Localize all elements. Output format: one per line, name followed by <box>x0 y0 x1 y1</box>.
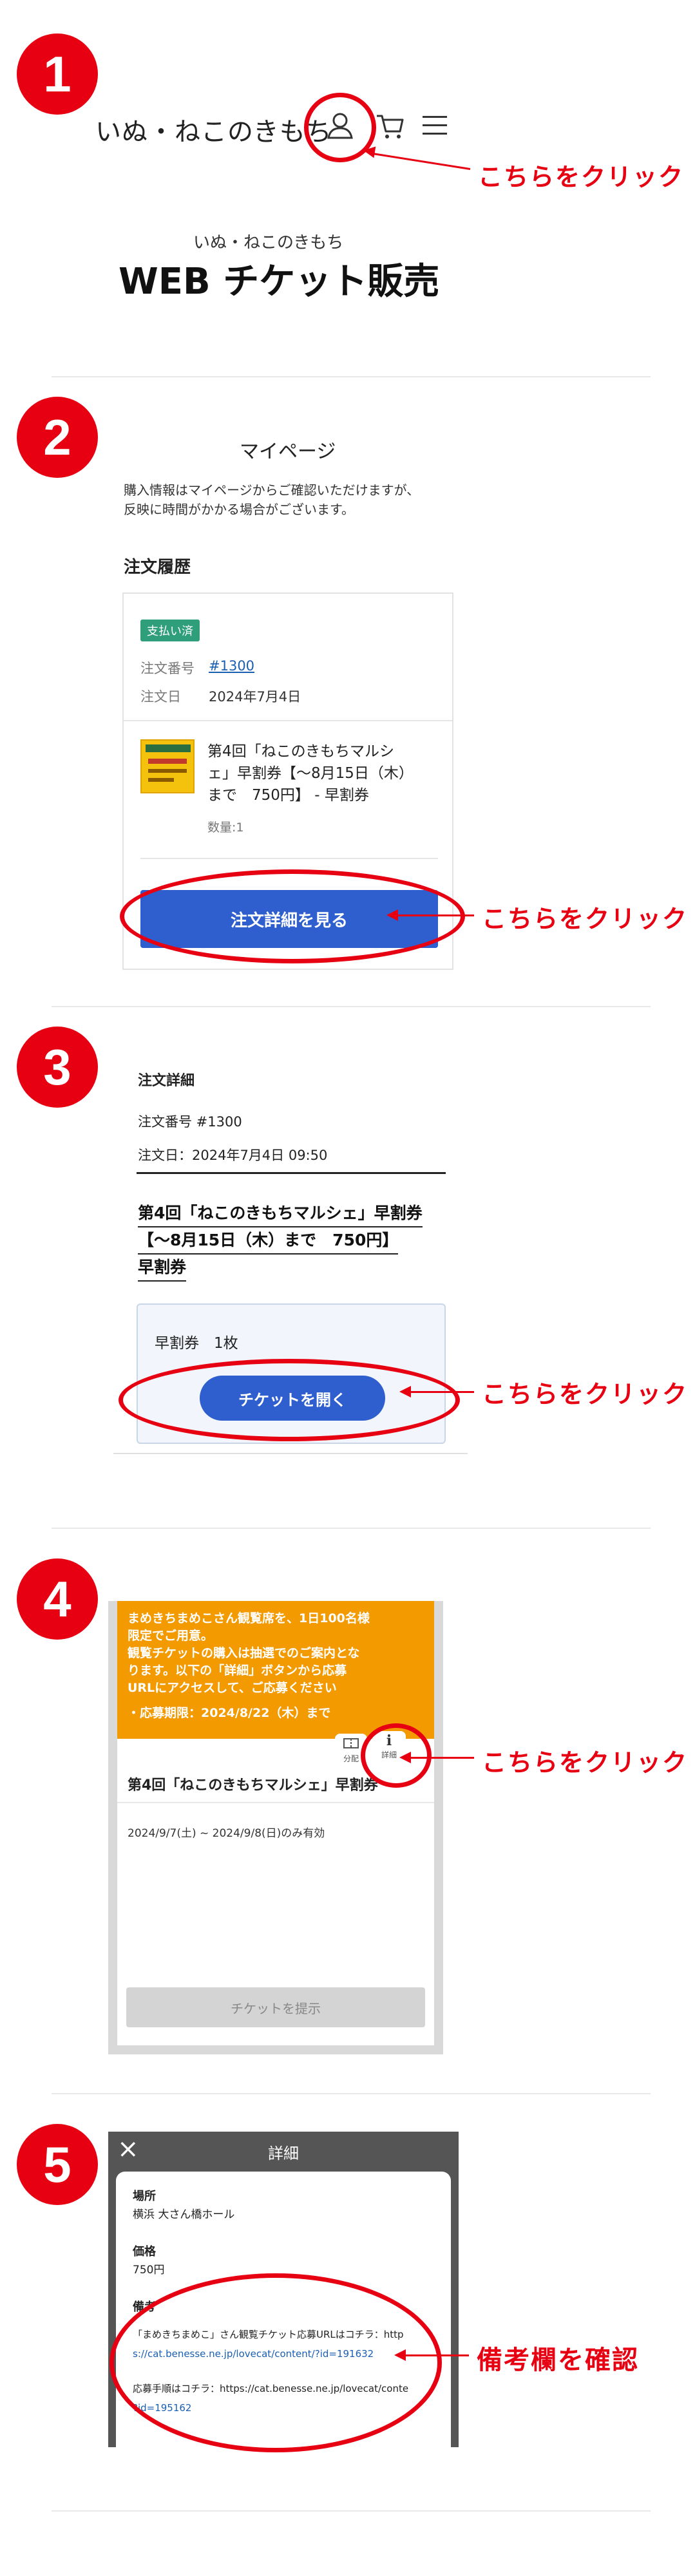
step-number-2: 2 <box>17 397 98 478</box>
price-label: 価格 <box>133 2245 156 2259</box>
order-detail-heading: 注文詳細 <box>138 1073 195 1089</box>
order-datetime-text: 注文日：2024年7月4日 09:50 <box>138 1148 328 1163</box>
banner-line: 限定でご用意。 <box>128 1629 214 1643</box>
price-value: 750円 <box>133 2264 165 2277</box>
arrow-head <box>386 909 398 921</box>
product-name-line: まで 750円】 - 早割券 <box>207 787 369 804</box>
highlight-ring-detail-icon <box>361 1723 432 1788</box>
place-value: 横浜 大さん橋ホール <box>133 2208 235 2221</box>
arrow-line <box>407 1757 474 1759</box>
step-number-5: 5 <box>17 2124 98 2205</box>
menu-icon[interactable] <box>423 115 447 137</box>
sheet-title: 詳細 <box>268 2145 299 2163</box>
ticket-app-screenshot: まめきちまめこさん観覧席を、1日100名様 限定でご用意。 観覧チケットの購入は… <box>108 1601 443 2054</box>
divider <box>52 1006 651 1007</box>
click-here-label: こちらをクリック <box>482 1380 689 1408</box>
arrow-line <box>394 914 474 916</box>
cart-icon[interactable] <box>376 111 405 140</box>
arrow-head <box>399 1386 411 1397</box>
event-title: 第4回「ねこのきもちマルシェ」早割券 <box>128 1777 378 1794</box>
check-remarks-label: 備考欄を確認 <box>477 2345 639 2375</box>
banner-line: 観覧チケットの購入は抽選でのご案内とな <box>128 1646 360 1660</box>
arrow-line <box>368 152 471 171</box>
order-date: 2024年7月4日 <box>209 689 301 705</box>
place-label: 場所 <box>133 2190 156 2203</box>
page-title: WEB チケット販売 <box>119 261 440 303</box>
order-date-label: 注文日 <box>140 689 181 705</box>
product-name-line: 第4回「ねこのきもちマルシ <box>207 743 394 760</box>
divider <box>52 2510 651 2512</box>
banner-line: まめきちまめこさん観覧席を、1日100名様 <box>128 1611 370 1625</box>
order-number-text: 注文番号 #1300 <box>138 1114 242 1130</box>
site-logo[interactable]: いぬ・ねこのきもち <box>95 111 332 148</box>
highlight-ring-open-ticket <box>119 1359 460 1441</box>
section-bottom-line <box>113 1453 468 1454</box>
heading-underline <box>137 1172 446 1174</box>
validity-text: 2024/9/7(土) ~ 2024/9/8(日)のみ有効 <box>128 1827 325 1840</box>
ticket-screen: まめきちまめこさん観覧席を、1日100名様 限定でご用意。 観覧チケットの購入は… <box>117 1601 434 2045</box>
arrow-line <box>402 2354 469 2356</box>
product-name: 第4回「ねこのきもちマルシ ェ」早割券【〜8月15日（木） まで 750円】 -… <box>207 741 414 806</box>
order-number-link[interactable]: #1300 <box>209 658 254 674</box>
divider <box>52 2093 651 2094</box>
site-subtitle: いぬ・ねこのきもち <box>193 233 344 252</box>
click-here-label: こちらをクリック <box>478 163 685 191</box>
notice-banner: まめきちまめこさん観覧席を、1日100名様 限定でご用意。 観覧チケットの購入は… <box>117 1601 434 1739</box>
title-divider <box>117 1802 434 1803</box>
mypage-notice-line: 反映に時間がかかる場合がございます。 <box>124 502 354 517</box>
arrow-head <box>394 2349 406 2361</box>
divider <box>52 1528 651 1529</box>
close-icon[interactable]: × <box>117 2134 139 2164</box>
present-ticket-button[interactable]: チケットを提示 <box>126 1987 425 2027</box>
split-icon <box>343 1738 359 1748</box>
banner-line: ります。以下の「詳細」ボタンから応募 <box>128 1663 347 1678</box>
order-history-label: 注文履歴 <box>124 558 191 577</box>
quantity-text: 数量:1 <box>207 820 244 835</box>
click-here-label: こちらをクリック <box>482 905 689 933</box>
step-number-4: 4 <box>17 1558 98 1640</box>
product-title-line: 第4回「ねこのきもちマルシェ」早割券 <box>138 1200 423 1227</box>
card-divider <box>124 720 452 721</box>
product-title: 第4回「ねこのきもちマルシェ」早割券 【〜8月15日（木）まで 750円】 早割… <box>138 1200 423 1282</box>
ticket-summary: 早割券 1枚 <box>155 1335 238 1352</box>
mypage-notice: 購入情報はマイページからご確認いただけますが、 反映に時間がかかる場合がございま… <box>124 480 419 519</box>
card-divider <box>140 858 438 859</box>
product-thumbnail <box>140 739 195 793</box>
click-here-label: こちらをクリック <box>482 1748 689 1777</box>
highlight-ring-remarks <box>109 2273 442 2452</box>
arrow-line <box>407 1391 474 1393</box>
product-title-line: 早割券 <box>138 1255 187 1282</box>
product-title-line: 【〜8月15日（木）まで 750円】 <box>138 1227 399 1255</box>
product-name-line: ェ」早割券【〜8月15日（木） <box>207 765 414 782</box>
mypage-heading: マイページ <box>240 440 336 463</box>
arrow-head <box>399 1752 411 1763</box>
banner-line: URLにアクセスして、ご応募ください <box>128 1681 337 1695</box>
banner-deadline: ・応募期限：2024/8/22（木）まで <box>128 1706 331 1720</box>
step-number-3: 3 <box>17 1027 98 1108</box>
order-number-label: 注文番号 <box>140 661 195 676</box>
status-badge: 支払い済 <box>140 620 200 641</box>
arrow-head <box>362 144 376 158</box>
step-number-1: 1 <box>17 33 98 115</box>
divider <box>52 376 651 377</box>
mypage-notice-line: 購入情報はマイページからご確認いただけますが、 <box>124 482 420 498</box>
highlight-ring-detail-button <box>120 869 465 963</box>
